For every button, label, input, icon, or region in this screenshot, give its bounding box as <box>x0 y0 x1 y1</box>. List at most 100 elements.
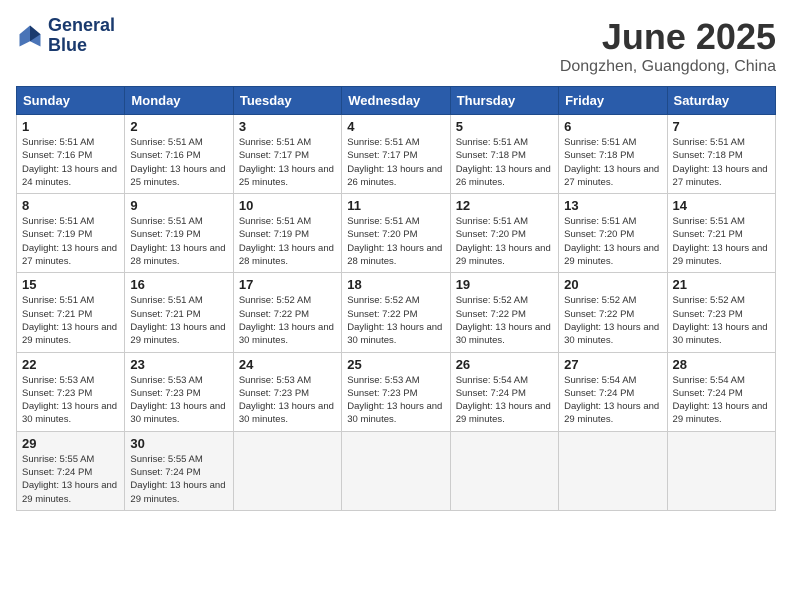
logo-text: General Blue <box>48 16 115 56</box>
day-number: 21 <box>673 277 770 292</box>
weekday-header-sunday: Sunday <box>17 87 125 115</box>
day-info: Sunrise: 5:51 AMSunset: 7:20 PMDaylight:… <box>564 215 661 268</box>
weekday-header-thursday: Thursday <box>450 87 558 115</box>
calendar-cell: 4 Sunrise: 5:51 AMSunset: 7:17 PMDaylight… <box>342 115 450 194</box>
calendar-cell: 26 Sunrise: 5:54 AMSunset: 7:24 PMDayligh… <box>450 352 558 431</box>
day-info: Sunrise: 5:51 AMSunset: 7:21 PMDaylight:… <box>673 215 770 268</box>
calendar-cell: 20 Sunrise: 5:52 AMSunset: 7:22 PMDayligh… <box>559 273 667 352</box>
calendar-cell: 29 Sunrise: 5:55 AMSunset: 7:24 PMDayligh… <box>17 431 125 510</box>
day-number: 3 <box>239 119 336 134</box>
day-number: 20 <box>564 277 661 292</box>
day-info: Sunrise: 5:51 AMSunset: 7:19 PMDaylight:… <box>130 215 227 268</box>
day-number: 16 <box>130 277 227 292</box>
calendar-cell: 1Sunrise: 5:51 AMSunset: 7:16 PMDaylight… <box>17 115 125 194</box>
day-info: Sunrise: 5:55 AMSunset: 7:24 PMDaylight:… <box>130 453 227 506</box>
day-number: 14 <box>673 198 770 213</box>
location: Dongzhen, Guangdong, China <box>560 58 776 76</box>
day-number: 13 <box>564 198 661 213</box>
logo-line1: General <box>48 16 115 36</box>
day-info: Sunrise: 5:51 AMSunset: 7:19 PMDaylight:… <box>22 215 119 268</box>
day-info: Sunrise: 5:53 AMSunset: 7:23 PMDaylight:… <box>130 374 227 427</box>
calendar-cell: 10Sunrise: 5:51 AMSunset: 7:19 PMDayligh… <box>233 194 341 273</box>
calendar-cell: 5 Sunrise: 5:51 AMSunset: 7:18 PMDaylight… <box>450 115 558 194</box>
calendar-cell: 9 Sunrise: 5:51 AMSunset: 7:19 PMDaylight… <box>125 194 233 273</box>
calendar-week-2: 8 Sunrise: 5:51 AMSunset: 7:19 PMDaylight… <box>17 194 776 273</box>
day-number: 9 <box>130 198 227 213</box>
day-info: Sunrise: 5:54 AMSunset: 7:24 PMDaylight:… <box>564 374 661 427</box>
day-number: 12 <box>456 198 553 213</box>
day-info: Sunrise: 5:51 AMSunset: 7:21 PMDaylight:… <box>130 294 227 347</box>
day-number: 7 <box>673 119 770 134</box>
day-info: Sunrise: 5:51 AMSunset: 7:21 PMDaylight:… <box>22 294 119 347</box>
day-info: Sunrise: 5:53 AMSunset: 7:23 PMDaylight:… <box>347 374 444 427</box>
calendar-cell: 30 Sunrise: 5:55 AMSunset: 7:24 PMDayligh… <box>125 431 233 510</box>
calendar-cell <box>450 431 558 510</box>
day-info: Sunrise: 5:51 AMSunset: 7:19 PMDaylight:… <box>239 215 336 268</box>
calendar-cell: 6Sunrise: 5:51 AMSunset: 7:18 PMDaylight… <box>559 115 667 194</box>
calendar-cell: 14 Sunrise: 5:51 AMSunset: 7:21 PMDayligh… <box>667 194 775 273</box>
day-info: Sunrise: 5:51 AMSunset: 7:20 PMDaylight:… <box>347 215 444 268</box>
calendar-cell: 28Sunrise: 5:54 AMSunset: 7:24 PMDayligh… <box>667 352 775 431</box>
day-number: 11 <box>347 198 444 213</box>
calendar-cell: 13 Sunrise: 5:51 AMSunset: 7:20 PMDayligh… <box>559 194 667 273</box>
day-number: 17 <box>239 277 336 292</box>
day-info: Sunrise: 5:53 AMSunset: 7:23 PMDaylight:… <box>22 374 119 427</box>
calendar-cell: 7Sunrise: 5:51 AMSunset: 7:18 PMDaylight… <box>667 115 775 194</box>
calendar-cell: 22Sunrise: 5:53 AMSunset: 7:23 PMDayligh… <box>17 352 125 431</box>
calendar-cell: 21 Sunrise: 5:52 AMSunset: 7:23 PMDayligh… <box>667 273 775 352</box>
weekday-header-friday: Friday <box>559 87 667 115</box>
day-number: 28 <box>673 357 770 372</box>
day-number: 5 <box>456 119 553 134</box>
day-number: 25 <box>347 357 444 372</box>
calendar-cell: 3 Sunrise: 5:51 AMSunset: 7:17 PMDaylight… <box>233 115 341 194</box>
day-number: 6 <box>564 119 661 134</box>
calendar-week-4: 22Sunrise: 5:53 AMSunset: 7:23 PMDayligh… <box>17 352 776 431</box>
calendar-body: 1 Sunrise: 5:51 AMSunset: 7:16 PMDaylight… <box>17 115 776 511</box>
logo-line2: Blue <box>48 36 115 56</box>
weekday-header-monday: Monday <box>125 87 233 115</box>
calendar-cell: 15 Sunrise: 5:51 AMSunset: 7:21 PMDayligh… <box>17 273 125 352</box>
day-info: Sunrise: 5:52 AMSunset: 7:22 PMDaylight:… <box>239 294 336 347</box>
day-number: 29 <box>22 436 119 451</box>
day-info: Sunrise: 5:53 AMSunset: 7:23 PMDaylight:… <box>239 374 336 427</box>
day-info: Sunrise: 5:52 AMSunset: 7:22 PMDaylight:… <box>456 294 553 347</box>
day-info: Sunrise: 5:51 AMSunset: 7:16 PMDaylight:… <box>130 136 227 189</box>
calendar-cell <box>667 431 775 510</box>
calendar-cell: 8 Sunrise: 5:51 AMSunset: 7:19 PMDaylight… <box>17 194 125 273</box>
calendar-cell: 2 Sunrise: 5:51 AMSunset: 7:16 PMDaylight… <box>125 115 233 194</box>
day-info: Sunrise: 5:51 AMSunset: 7:17 PMDaylight:… <box>347 136 444 189</box>
day-number: 1 <box>22 119 119 134</box>
day-info: Sunrise: 5:51 AMSunset: 7:17 PMDaylight:… <box>239 136 336 189</box>
month-title: June 2025 <box>560 16 776 58</box>
day-number: 18 <box>347 277 444 292</box>
title-area: June 2025 Dongzhen, Guangdong, China <box>560 16 776 76</box>
calendar-cell <box>559 431 667 510</box>
weekday-header-saturday: Saturday <box>667 87 775 115</box>
calendar-cell: 11 Sunrise: 5:51 AMSunset: 7:20 PMDayligh… <box>342 194 450 273</box>
logo-icon <box>16 22 44 50</box>
day-info: Sunrise: 5:52 AMSunset: 7:22 PMDaylight:… <box>564 294 661 347</box>
day-number: 15 <box>22 277 119 292</box>
calendar: SundayMondayTuesdayWednesdayThursdayFrid… <box>16 86 776 511</box>
day-number: 27 <box>564 357 661 372</box>
day-info: Sunrise: 5:55 AMSunset: 7:24 PMDaylight:… <box>22 453 119 506</box>
day-number: 30 <box>130 436 227 451</box>
day-number: 8 <box>22 198 119 213</box>
calendar-cell <box>342 431 450 510</box>
calendar-cell <box>233 431 341 510</box>
calendar-cell: 23Sunrise: 5:53 AMSunset: 7:23 PMDayligh… <box>125 352 233 431</box>
day-number: 4 <box>347 119 444 134</box>
calendar-cell: 19 Sunrise: 5:52 AMSunset: 7:22 PMDayligh… <box>450 273 558 352</box>
day-info: Sunrise: 5:52 AMSunset: 7:22 PMDaylight:… <box>347 294 444 347</box>
day-info: Sunrise: 5:54 AMSunset: 7:24 PMDaylight:… <box>456 374 553 427</box>
day-info: Sunrise: 5:51 AMSunset: 7:20 PMDaylight:… <box>456 215 553 268</box>
day-number: 19 <box>456 277 553 292</box>
page-header: General Blue June 2025 Dongzhen, Guangdo… <box>16 16 776 76</box>
calendar-cell: 16 Sunrise: 5:51 AMSunset: 7:21 PMDayligh… <box>125 273 233 352</box>
calendar-week-3: 15 Sunrise: 5:51 AMSunset: 7:21 PMDayligh… <box>17 273 776 352</box>
day-number: 2 <box>130 119 227 134</box>
day-info: Sunrise: 5:52 AMSunset: 7:23 PMDaylight:… <box>673 294 770 347</box>
weekday-header-tuesday: Tuesday <box>233 87 341 115</box>
day-info: Sunrise: 5:51 AMSunset: 7:18 PMDaylight:… <box>456 136 553 189</box>
day-number: 26 <box>456 357 553 372</box>
